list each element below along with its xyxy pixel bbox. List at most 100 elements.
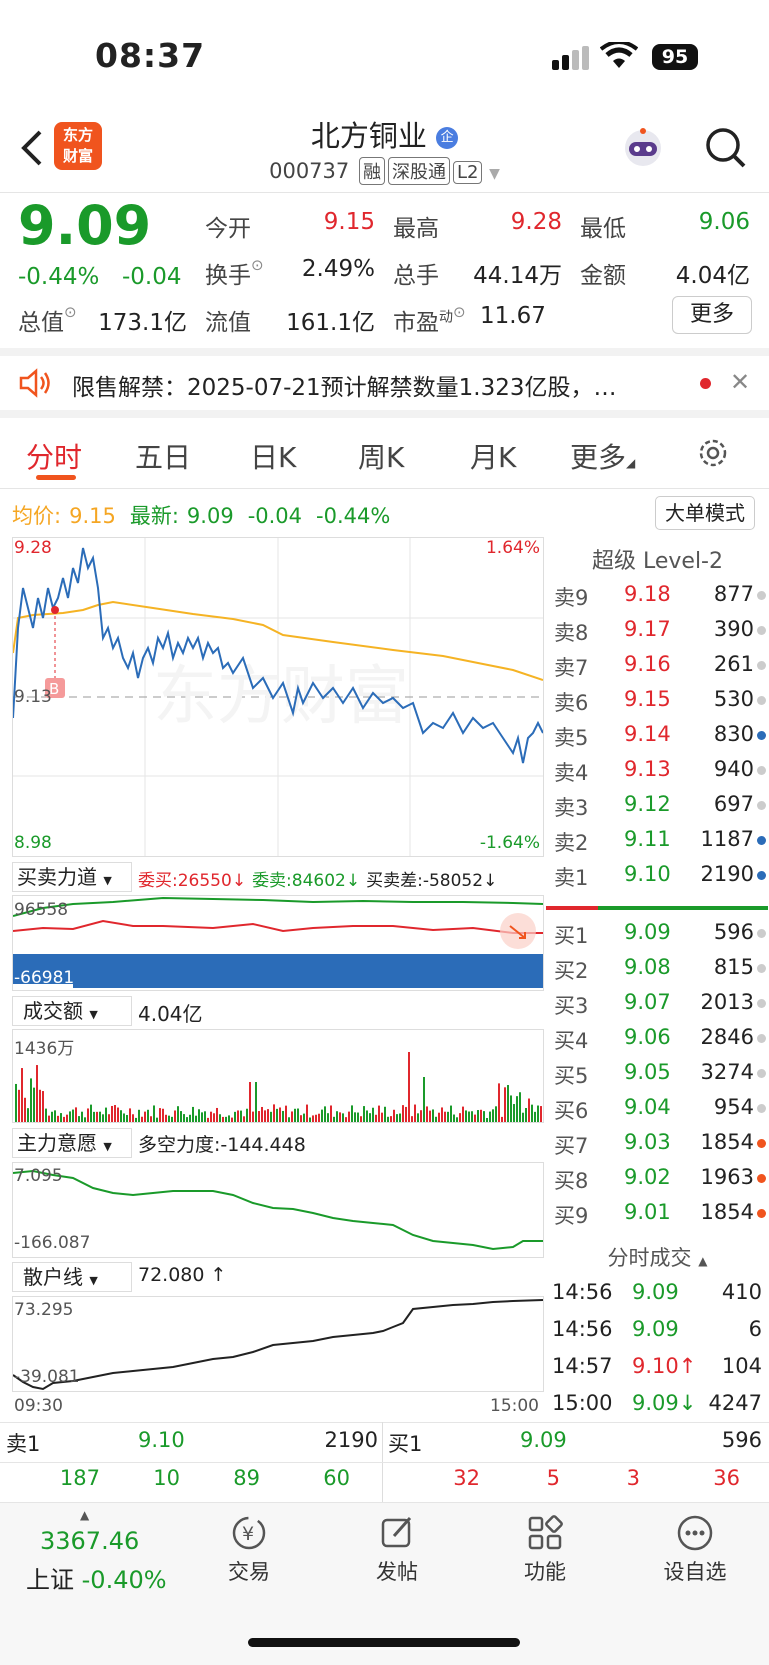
- ask-row[interactable]: 卖5 9.14 830: [552, 718, 767, 753]
- edit-icon: [381, 1517, 412, 1548]
- more-button[interactable]: 更多: [672, 296, 752, 334]
- volume-bar: [510, 1095, 512, 1122]
- volume-bar: [378, 1105, 380, 1122]
- search-icon[interactable]: [704, 126, 748, 174]
- buy-split-value: 3: [626, 1466, 640, 1490]
- intraday-chart[interactable]: 东方财富 B: [12, 537, 544, 857]
- home-indicator: [248, 1638, 520, 1647]
- bid-dot: [757, 1139, 766, 1148]
- settings-icon[interactable]: [696, 436, 730, 474]
- volume-bar: [450, 1105, 452, 1122]
- power-selector[interactable]: 买卖力道 ▼: [12, 862, 132, 892]
- wifi-icon: [599, 40, 639, 74]
- bid-price: 9.07: [624, 990, 671, 1014]
- tag-l2: L2: [452, 161, 483, 184]
- mainforce-selector[interactable]: 主力意愿 ▼: [12, 1128, 132, 1158]
- index-line[interactable]: 上证 -0.40%: [26, 1560, 167, 1595]
- index-value[interactable]: 3367.46: [40, 1527, 139, 1555]
- retail-chart[interactable]: [12, 1296, 544, 1392]
- sell-split-value: 60: [323, 1466, 350, 1490]
- sell-split-value: 10: [153, 1466, 180, 1490]
- bid-level: 买7: [554, 1134, 589, 1158]
- nav-function[interactable]: 功能: [510, 1514, 580, 1586]
- info-icon[interactable]: ⊙: [453, 303, 466, 321]
- volume-bar: [516, 1096, 518, 1122]
- volume-bar: [114, 1105, 116, 1122]
- ask-level: 卖2: [554, 831, 589, 855]
- bid-level: 买9: [554, 1204, 589, 1228]
- ask-row[interactable]: 卖9 9.18 877: [552, 578, 767, 613]
- bid-row[interactable]: 买7 9.03 1854: [552, 1126, 767, 1161]
- price-change: -0.04: [122, 264, 182, 290]
- mainforce-chart[interactable]: [12, 1162, 544, 1258]
- ask-row[interactable]: 卖3 9.12 697: [552, 788, 767, 823]
- ask-price: 9.13: [624, 757, 671, 781]
- volume-bar: [309, 1117, 311, 1122]
- power-chart[interactable]: [12, 895, 544, 991]
- ask-price: 9.15: [624, 687, 671, 711]
- bid-row[interactable]: 买1 9.09 596: [552, 916, 767, 951]
- volume-bar: [111, 1105, 113, 1122]
- sell1-label: 卖1: [6, 1432, 41, 1456]
- volume-bar: [231, 1117, 233, 1122]
- bid-row[interactable]: 买2 9.08 815: [552, 951, 767, 986]
- volume-chart[interactable]: [12, 1029, 544, 1123]
- trade-price: 9.09: [632, 1280, 679, 1304]
- notice-text[interactable]: 限售解禁：2025-07-21预计解禁数量1.323亿股，…: [72, 368, 682, 402]
- grid-icon: [528, 1515, 563, 1550]
- open-label: 今开: [205, 216, 251, 242]
- volume-bar: [120, 1110, 122, 1122]
- ask-level: 卖6: [554, 691, 589, 715]
- ask-dot: [757, 661, 766, 670]
- volume-bar: [411, 1116, 413, 1122]
- y-max: 9.28: [14, 538, 52, 558]
- volume-bar: [192, 1106, 194, 1122]
- info-icon[interactable]: ⊙: [64, 303, 77, 321]
- dropdown-icon[interactable]: ▼: [489, 166, 500, 182]
- nav-post[interactable]: 发帖: [362, 1514, 432, 1586]
- large-order-mode-button[interactable]: 大单模式: [655, 496, 755, 530]
- tab-more[interactable]: 更多◢: [570, 436, 635, 476]
- bid-row[interactable]: 买5 9.05 3274: [552, 1056, 767, 1091]
- tab-five-day[interactable]: 五日: [135, 436, 191, 476]
- tab-weekly-k[interactable]: 周K: [358, 436, 404, 476]
- volume-bar: [288, 1117, 290, 1122]
- bid-row[interactable]: 买6 9.04 954: [552, 1091, 767, 1126]
- robot-assistant-icon[interactable]: [620, 126, 666, 176]
- info-icon[interactable]: ⊙: [251, 256, 264, 274]
- bid-dot: [757, 1104, 766, 1113]
- bid-row[interactable]: 买8 9.02 1963: [552, 1161, 767, 1196]
- nav-trade[interactable]: ¥ 交易: [214, 1514, 284, 1586]
- tab-monthly-k[interactable]: 月K: [470, 436, 516, 476]
- volume-bar: [354, 1112, 356, 1122]
- ask-row[interactable]: 卖6 9.15 530: [552, 683, 767, 718]
- retail-selector[interactable]: 散户线 ▼: [12, 1262, 132, 1292]
- bid-row[interactable]: 买3 9.07 2013: [552, 986, 767, 1021]
- ask-row[interactable]: 卖7 9.16 261: [552, 648, 767, 683]
- volume-bar: [420, 1110, 422, 1122]
- volume-bar: [381, 1112, 383, 1122]
- trade-volume: 104: [721, 1354, 762, 1378]
- tab-daily-k[interactable]: 日K: [250, 436, 296, 476]
- volume-bar: [183, 1114, 185, 1122]
- bid-row[interactable]: 买4 9.06 2846: [552, 1021, 767, 1056]
- close-icon[interactable]: ✕: [730, 368, 750, 396]
- tab-intraday[interactable]: 分时: [26, 436, 82, 476]
- volume-bar: [93, 1111, 95, 1122]
- volume-bar: [357, 1112, 359, 1122]
- volume-bar: [330, 1105, 332, 1122]
- trades-header[interactable]: 分时成交 ▲: [546, 1242, 769, 1272]
- battery-indicator: 95: [652, 44, 698, 70]
- volume-selector[interactable]: 成交额 ▼: [12, 996, 132, 1026]
- float-cap-value: 161.1亿: [286, 310, 375, 336]
- ask-row[interactable]: 卖8 9.17 390: [552, 613, 767, 648]
- bid-row[interactable]: 买9 9.01 1854: [552, 1196, 767, 1231]
- nav-add-watchlist[interactable]: 设自选: [650, 1514, 740, 1586]
- ask-row[interactable]: 卖1 9.10 2190: [552, 858, 767, 893]
- ask-row[interactable]: 卖4 9.13 940: [552, 753, 767, 788]
- ask-row[interactable]: 卖2 9.11 1187: [552, 823, 767, 858]
- index-expand-icon[interactable]: ▲: [80, 1508, 89, 1522]
- volume-bar: [348, 1111, 350, 1122]
- volume-bar: [81, 1111, 83, 1122]
- volume-bar: [84, 1117, 86, 1122]
